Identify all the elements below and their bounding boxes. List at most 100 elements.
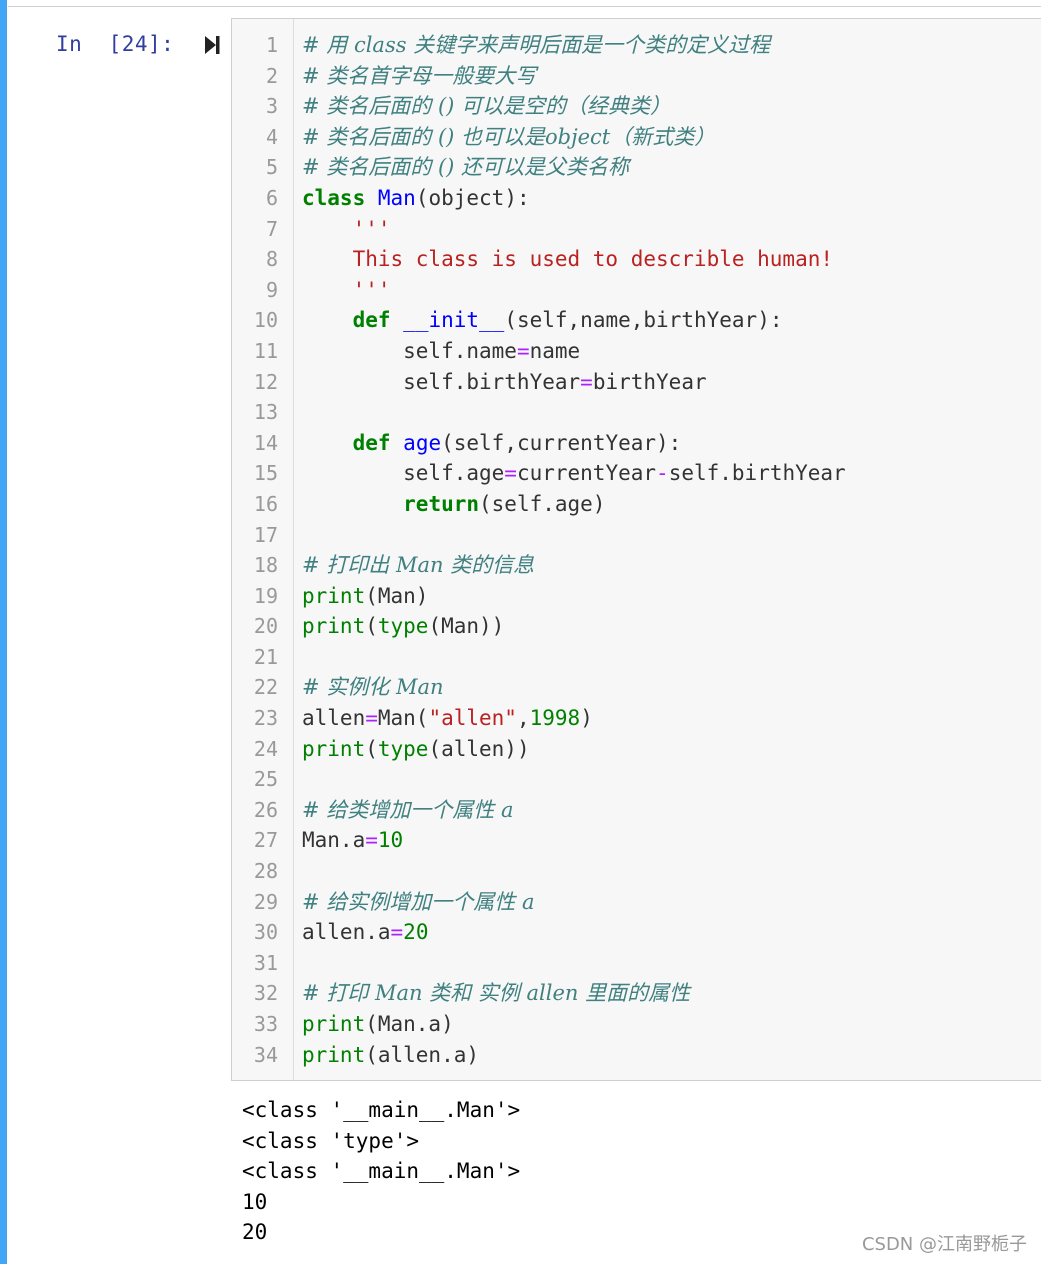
- code-line: 8 This class is used to describle human!: [232, 244, 1041, 275]
- code-text: Man.a=10: [302, 825, 403, 856]
- line-number: 1: [265, 33, 278, 57]
- line-number: 23: [253, 706, 278, 731]
- code-token: # 实例化 Man: [302, 675, 444, 700]
- code-token: self.age: [302, 461, 505, 486]
- line-number: 3: [265, 94, 278, 119]
- code-token: # 给实例增加一个属性 a: [302, 889, 535, 914]
- code-text: ''': [302, 275, 391, 306]
- line-number: 2: [265, 63, 278, 88]
- code-token: ,: [516, 706, 530, 731]
- code-token: type: [377, 614, 429, 639]
- code-token: # 打印出 Man 类的信息: [302, 553, 535, 578]
- code-token: self.birthYear: [668, 461, 846, 486]
- code-line: 27 Man.a=10: [232, 825, 1041, 856]
- line-number: 28: [253, 859, 278, 884]
- code-line: 34 print(allen.a): [232, 1040, 1041, 1071]
- code-token: (allen.a): [365, 1042, 480, 1067]
- code-line: 23 allen=Man("allen",1998): [232, 703, 1041, 734]
- code-text: # 打印出 Man 类的信息: [302, 550, 534, 581]
- code-token: # 给类增加一个属性 a: [302, 797, 514, 822]
- code-lines: 1 # 用 class 关键字来声明后面是一个类的定义过程 2 # 类名首字母一般要大…: [232, 30, 1041, 1070]
- code-text: # 用 class 关键字来声明后面是一个类的定义过程: [302, 30, 770, 61]
- line-number: 6: [265, 185, 278, 210]
- code-line: 25: [232, 764, 1041, 795]
- code-token: (: [365, 736, 378, 761]
- code-line: 22 # 实例化 Man: [232, 672, 1041, 703]
- code-line: 2 # 类名首字母一般要大写: [232, 61, 1041, 92]
- code-text: print(type(Man)): [302, 611, 504, 642]
- line-number: 20: [253, 614, 278, 639]
- code-token: ''': [302, 277, 391, 302]
- code-token: # 类名首字母一般要大写: [302, 63, 537, 88]
- code-line: 5 # 类名后面的 () 还可以是父类名称: [232, 152, 1041, 183]
- code-line: 21: [232, 642, 1041, 673]
- code-token: # 类名后面的 () 还可以是父类名称: [302, 155, 630, 180]
- code-token: =: [365, 706, 378, 731]
- code-line: 17: [232, 520, 1041, 551]
- code-editor[interactable]: 1 # 用 class 关键字来声明后面是一个类的定义过程 2 # 类名首字母一般要大…: [231, 18, 1041, 1081]
- code-token: =: [390, 920, 404, 945]
- code-token: print: [302, 614, 366, 639]
- code-token: return: [403, 491, 480, 516]
- code-token: (self.age): [479, 491, 606, 516]
- code-token: (self,name,birthYear):: [504, 308, 783, 333]
- code-token: Man.a: [302, 828, 366, 853]
- output-line: 20: [242, 1220, 268, 1245]
- code-token: print: [302, 1012, 366, 1036]
- code-token: age: [403, 430, 442, 455]
- code-token: (allen)): [428, 736, 530, 761]
- code-text: # 实例化 Man: [302, 672, 444, 703]
- code-text: self.name=name: [302, 336, 580, 367]
- line-number: 9: [265, 277, 278, 302]
- line-number: 32: [253, 981, 278, 1006]
- code-token: birthYear: [592, 369, 707, 394]
- cell-output: <class '__main__.Man'> <class 'type'> <cla…: [242, 1095, 520, 1248]
- code-token: (Man): [365, 583, 429, 608]
- code-line: 14 def age(self,currentYear):: [232, 428, 1041, 459]
- code-token: (Man.a): [365, 1012, 454, 1036]
- run-cell-icon[interactable]: [203, 34, 221, 56]
- output-line: 10: [242, 1189, 268, 1214]
- code-text: print(type(allen)): [302, 734, 530, 765]
- code-token: "allen": [428, 706, 517, 731]
- code-token: __init__: [403, 308, 505, 333]
- code-token: (self,currentYear):: [441, 430, 682, 455]
- line-number: 30: [253, 920, 278, 945]
- code-text: def __init__(self,name,birthYear):: [302, 305, 783, 336]
- code-text: def age(self,currentYear):: [302, 428, 682, 459]
- code-token: allen: [302, 706, 366, 731]
- code-token: # 用 class 关键字来声明后面是一个类的定义过程: [302, 33, 771, 57]
- code-token: 1998: [529, 706, 581, 731]
- code-line: 28: [232, 856, 1041, 887]
- line-number: 25: [253, 767, 278, 792]
- line-number: 29: [253, 889, 278, 914]
- code-token: print: [302, 736, 366, 761]
- watermark: CSDN @江南野栀子: [861, 1234, 1027, 1255]
- line-number: 15: [253, 461, 278, 486]
- code-text: print(Man): [302, 581, 428, 612]
- code-text: return(self.age): [302, 489, 605, 520]
- code-token: print: [302, 583, 366, 608]
- code-text: # 类名后面的 () 还可以是父类名称: [302, 152, 629, 183]
- code-token: self.name: [302, 338, 517, 363]
- line-number: 10: [253, 308, 278, 333]
- code-token: Man: [377, 185, 416, 210]
- code-token: ''': [302, 216, 391, 241]
- code-token: # 类名后面的 () 也可以是object（新式类）: [302, 124, 716, 149]
- code-text: print(allen.a): [302, 1040, 479, 1071]
- line-number: 16: [253, 491, 278, 516]
- line-number: 7: [265, 216, 278, 241]
- code-token: # 类名后面的 () 可以是空的（经典类）: [302, 94, 672, 119]
- code-line: 13: [232, 397, 1041, 428]
- line-number: 24: [253, 736, 278, 761]
- code-token: Man(: [377, 706, 429, 731]
- code-token: =: [504, 461, 517, 486]
- code-line: 6 class Man(object):: [232, 183, 1041, 214]
- code-text: class Man(object):: [302, 183, 530, 214]
- line-number: 33: [253, 1012, 278, 1036]
- code-line: 10 def __init__(self,name,birthYear):: [232, 305, 1041, 336]
- code-text: # 打印 Man 类和 实例 allen 里面的属性: [302, 978, 690, 1009]
